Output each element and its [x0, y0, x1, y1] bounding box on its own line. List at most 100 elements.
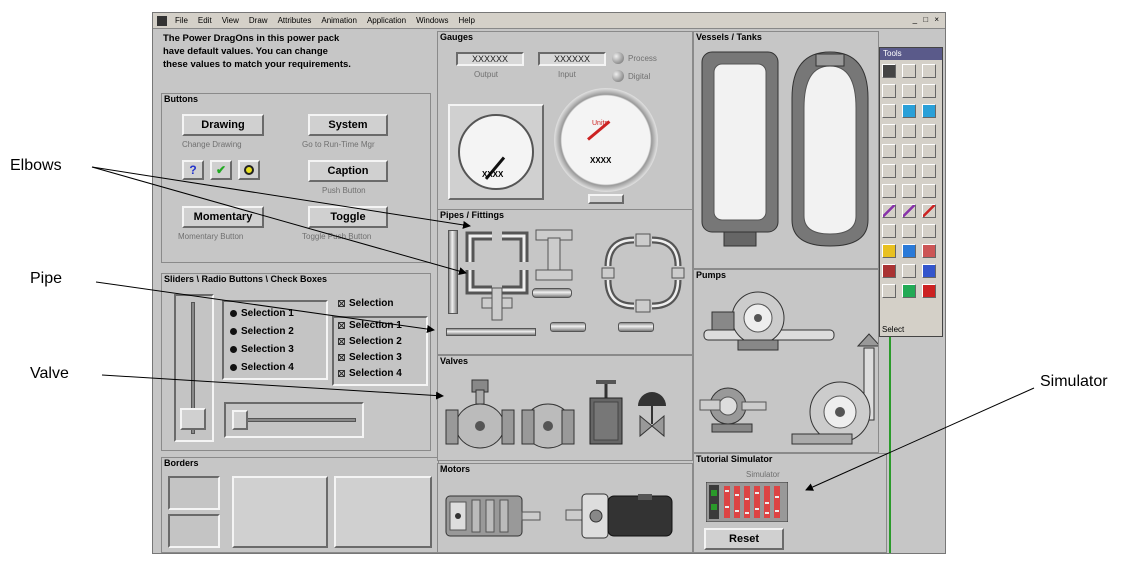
animation-tool-3-icon[interactable]	[922, 204, 936, 218]
select-tool-icon[interactable]	[902, 64, 916, 78]
library-tool-icon[interactable]	[882, 284, 896, 298]
elbow-fittings[interactable]	[462, 226, 532, 326]
elbow-top-right[interactable]	[502, 231, 529, 262]
rotate-tool-icon[interactable]	[922, 184, 936, 198]
link-tool-icon[interactable]	[882, 224, 896, 238]
radio-selection-2[interactable]: Selection 2	[230, 326, 294, 337]
animation-tool-2-icon[interactable]	[902, 204, 916, 218]
motor-symbols	[445, 493, 673, 539]
reset-button[interactable]: Reset	[704, 528, 784, 550]
menu-draw[interactable]: Draw	[244, 16, 273, 25]
caption-button[interactable]: Caption	[308, 160, 388, 182]
checkbox-selection-4[interactable]: Selection 4	[338, 368, 402, 379]
pump-motor[interactable]	[699, 387, 767, 433]
gate-valve-1[interactable]	[445, 379, 515, 449]
menu-help[interactable]: Help	[454, 16, 480, 25]
horizontal-pipe[interactable]	[446, 328, 536, 336]
pipe-coupling-1[interactable]	[550, 322, 586, 332]
pipe-coupling-2[interactable]	[618, 322, 654, 332]
vertical-slider-thumb[interactable]	[180, 408, 206, 430]
radio-selection-1[interactable]: Selection 1	[230, 308, 294, 319]
diaphragm-valve[interactable]	[638, 392, 666, 438]
text-tool-icon[interactable]	[922, 64, 936, 78]
square-gauge-face: XXXX	[458, 114, 534, 190]
paste-tool-icon[interactable]	[922, 84, 936, 98]
send-back-tool-icon[interactable]	[902, 184, 916, 198]
menu-animation[interactable]: Animation	[316, 16, 362, 25]
polygon-tool-icon[interactable]	[902, 144, 916, 158]
menu-edit[interactable]: Edit	[193, 16, 217, 25]
radio-selection-3[interactable]: Selection 3	[230, 344, 294, 355]
ungroup-tool-icon[interactable]	[902, 164, 916, 178]
tank-domed[interactable]	[791, 51, 869, 247]
centrifugal-pump-2[interactable]	[791, 333, 878, 445]
tank-flat[interactable]	[701, 51, 779, 247]
actuated-valve[interactable]	[589, 380, 623, 445]
tools-palette-footer: Select	[882, 325, 905, 334]
arc-tool-icon[interactable]	[922, 124, 936, 138]
table-tool-icon[interactable]	[902, 244, 916, 258]
recipe-tool-icon[interactable]	[902, 284, 916, 298]
gate-valve-2[interactable]	[521, 403, 575, 449]
alarm-tool-icon[interactable]	[882, 264, 896, 278]
indicator-light-icon[interactable]	[238, 160, 260, 180]
menu-windows[interactable]: Windows	[411, 16, 453, 25]
bitmap-tool-icon[interactable]	[902, 224, 916, 238]
elbow-bottom-right[interactable]	[502, 270, 529, 295]
chart-tool-icon[interactable]	[882, 244, 896, 258]
menu-application[interactable]: Application	[362, 16, 411, 25]
border-sample-2	[168, 514, 220, 548]
dragon-tool-icon[interactable]	[902, 264, 916, 278]
symbol-tool-icon[interactable]	[922, 224, 936, 238]
polyline-tool-icon[interactable]	[922, 144, 936, 158]
momentary-button[interactable]: Momentary	[182, 206, 264, 228]
check-icon[interactable]: ✔	[210, 160, 232, 180]
centrifugal-pump-1[interactable]	[703, 291, 835, 351]
toggle-button[interactable]: Toggle	[308, 206, 388, 228]
help-icon[interactable]: ?	[182, 160, 204, 180]
vessel-symbols	[701, 51, 869, 247]
menu-attributes[interactable]: Attributes	[273, 16, 317, 25]
callout-pipe: Pipe	[30, 270, 63, 287]
menu-view[interactable]: View	[217, 16, 244, 25]
short-pipe-coupling[interactable]	[532, 288, 572, 298]
vertical-pipe[interactable]	[448, 230, 458, 314]
simulator-graphic[interactable]	[706, 482, 788, 522]
cut-tool-icon[interactable]	[882, 84, 896, 98]
flanged-elbows[interactable]	[598, 230, 688, 316]
elbow-top-left[interactable]	[465, 231, 492, 262]
rectangle-tool-icon[interactable]	[882, 124, 896, 138]
checkbox-selection-1[interactable]: Selection 1	[338, 320, 402, 331]
pointer-tool-icon[interactable]	[882, 64, 896, 78]
line-tool-icon[interactable]	[882, 104, 896, 118]
checkbox-selection-2[interactable]: Selection 2	[338, 336, 402, 347]
group-tool-icon[interactable]	[882, 164, 896, 178]
font-tool-icon[interactable]	[882, 144, 896, 158]
copy-tool-icon[interactable]	[902, 84, 916, 98]
vertical-slider[interactable]	[174, 294, 214, 442]
system-button[interactable]: System	[308, 114, 388, 136]
radio-selection-4[interactable]: Selection 4	[230, 362, 294, 373]
menu-file[interactable]: File	[170, 16, 193, 25]
trend-tool-icon[interactable]	[922, 244, 936, 258]
window-controls[interactable]: _ □ ×	[913, 15, 941, 24]
stop-tool-icon[interactable]	[922, 284, 936, 298]
align-tool-icon[interactable]	[922, 164, 936, 178]
ellipse-tool-icon[interactable]	[902, 124, 916, 138]
horizontal-slider[interactable]	[224, 402, 364, 438]
checkbox-selection-3[interactable]: Selection 3	[338, 352, 402, 363]
fill-color-tool-icon[interactable]	[902, 104, 916, 118]
line-color-tool-icon[interactable]	[922, 104, 936, 118]
horizontal-slider-thumb[interactable]	[232, 410, 248, 430]
bring-front-tool-icon[interactable]	[882, 184, 896, 198]
checkbox-selection[interactable]: Selection	[338, 298, 393, 309]
motor-2[interactable]	[565, 493, 673, 539]
tutorial-simulator-panel: Tutorial Simulator Simulator Reset	[693, 453, 887, 553]
elbow-bottom-left[interactable]	[465, 270, 492, 295]
borders-panel: Borders	[161, 457, 439, 553]
drawing-button[interactable]: Drawing	[182, 114, 264, 136]
wizard-tool-icon[interactable]	[922, 264, 936, 278]
input-display: XXXXXX	[538, 52, 606, 66]
animation-tool-1-icon[interactable]	[882, 204, 896, 218]
motor-1[interactable]	[445, 495, 541, 537]
